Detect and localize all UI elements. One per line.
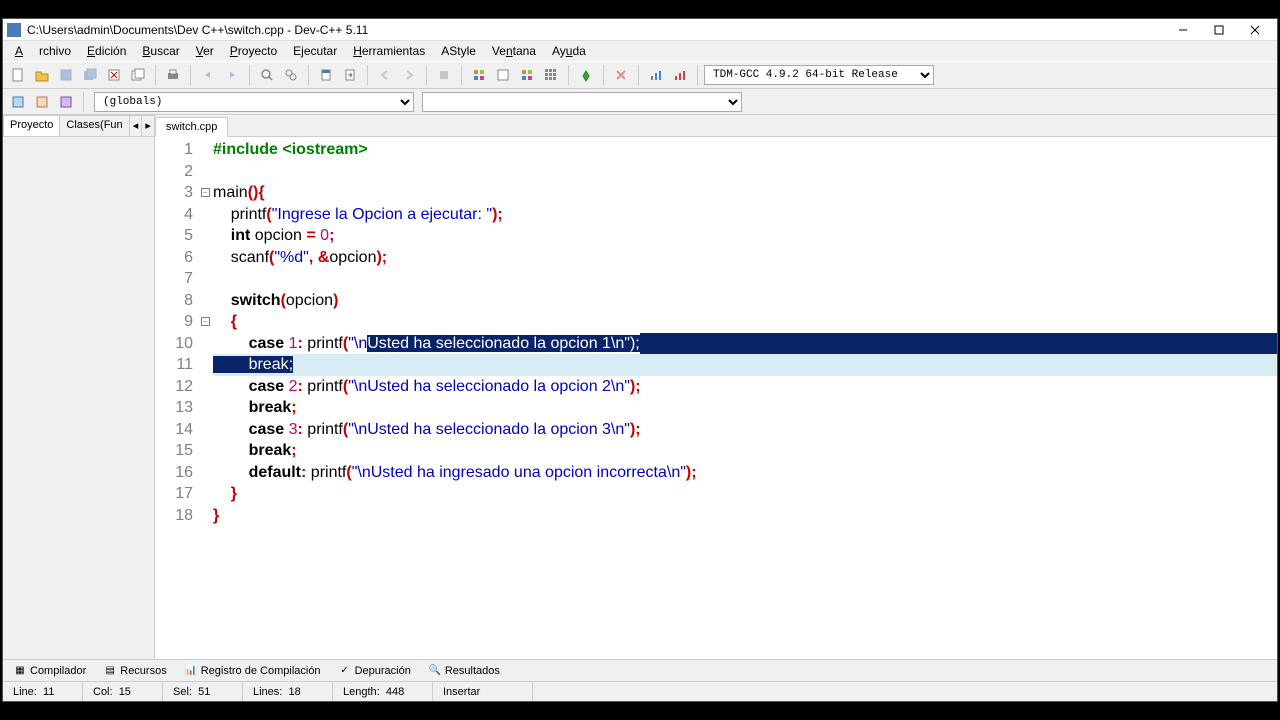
- nav-back-button[interactable]: [374, 64, 396, 86]
- bookmark-button[interactable]: [315, 64, 337, 86]
- fold-gutter[interactable]: −−: [199, 137, 211, 659]
- tab-depuracion[interactable]: ✓Depuración: [330, 662, 420, 680]
- results-icon: 🔍: [429, 665, 441, 677]
- app-window: C:\Users\admin\Documents\Dev C++\switch.…: [2, 18, 1278, 702]
- code-editor[interactable]: 123456789101112131415161718 −− #include …: [155, 137, 1277, 659]
- print-button[interactable]: [162, 64, 184, 86]
- minimize-button[interactable]: [1165, 20, 1201, 40]
- toggle-button[interactable]: [55, 91, 77, 113]
- sidetab-scroll-left[interactable]: ◂: [129, 115, 143, 136]
- toolbar-main: TDM-GCC 4.9.2 64-bit Release: [3, 61, 1277, 89]
- menu-astyle[interactable]: AStyle: [433, 42, 484, 60]
- line-gutter: 123456789101112131415161718: [155, 137, 199, 659]
- menu-proyecto[interactable]: Proyecto: [222, 42, 285, 60]
- save-button[interactable]: [55, 64, 77, 86]
- sidetab-clases[interactable]: Clases(Fun: [59, 115, 129, 136]
- menu-ver[interactable]: Ver: [188, 42, 222, 60]
- compile-run-button[interactable]: [516, 64, 538, 86]
- log-icon: 📊: [185, 665, 197, 677]
- run-button[interactable]: [492, 64, 514, 86]
- editor-area: switch.cpp 123456789101112131415161718 −…: [155, 115, 1277, 659]
- close-file-button[interactable]: [103, 64, 125, 86]
- menu-herramientas[interactable]: Herramientas: [345, 42, 433, 60]
- menu-ejecutar[interactable]: Ejecutar: [285, 42, 345, 60]
- sidetab-proyecto[interactable]: Proyecto: [3, 115, 60, 136]
- menu-ventana[interactable]: Ventana: [484, 42, 544, 60]
- new-class-button[interactable]: [7, 91, 29, 113]
- menu-buscar[interactable]: Buscar: [134, 42, 187, 60]
- compile-button[interactable]: [468, 64, 490, 86]
- rebuild-button[interactable]: [540, 64, 562, 86]
- menu-edicion[interactable]: Edición: [79, 42, 134, 60]
- goto-button[interactable]: [339, 64, 361, 86]
- tab-recursos[interactable]: ▤Recursos: [95, 662, 175, 680]
- status-sel: Sel: 51: [163, 682, 243, 701]
- statusbar: Line: 11 Col: 15 Sel: 51 Lines: 18 Lengt…: [3, 681, 1277, 701]
- profile-button[interactable]: [645, 64, 667, 86]
- resources-icon: ▤: [104, 665, 116, 677]
- globals-select[interactable]: (globals): [94, 92, 414, 112]
- maximize-button[interactable]: [1201, 20, 1237, 40]
- menu-ayuda[interactable]: Ayuda: [544, 42, 594, 60]
- menu-archivo[interactable]: Archivo: [7, 42, 79, 60]
- close-button[interactable]: [1237, 20, 1273, 40]
- stop-button[interactable]: [433, 64, 455, 86]
- sidetab-scroll-right[interactable]: ▸: [141, 115, 155, 136]
- debug-icon: ✓: [339, 665, 351, 677]
- open-button[interactable]: [31, 64, 53, 86]
- save-all-button[interactable]: [79, 64, 101, 86]
- status-mode: Insertar: [433, 682, 533, 701]
- delete-profile-button[interactable]: [669, 64, 691, 86]
- status-line: Line: 11: [3, 682, 83, 701]
- compiler-select[interactable]: TDM-GCC 4.9.2 64-bit Release: [704, 65, 934, 85]
- tab-registro[interactable]: 📊Registro de Compilación: [176, 662, 330, 680]
- filetab-switch[interactable]: switch.cpp: [155, 117, 228, 137]
- window-title: C:\Users\admin\Documents\Dev C++\switch.…: [27, 23, 1165, 37]
- toolbar-secondary: (globals): [3, 89, 1277, 115]
- titlebar: C:\Users\admin\Documents\Dev C++\switch.…: [3, 19, 1277, 41]
- close-all-button[interactable]: [127, 64, 149, 86]
- nav-fwd-button[interactable]: [398, 64, 420, 86]
- compiler-icon: ▦: [14, 665, 26, 677]
- tab-compilador[interactable]: ▦Compilador: [5, 662, 95, 680]
- abort-button[interactable]: [610, 64, 632, 86]
- menubar: Archivo Edición Buscar Ver Proyecto Ejec…: [3, 41, 1277, 61]
- bottom-tabs: ▦Compilador ▤Recursos 📊Registro de Compi…: [3, 659, 1277, 681]
- undo-button[interactable]: [197, 64, 219, 86]
- replace-button[interactable]: [280, 64, 302, 86]
- code-body[interactable]: #include <iostream> main(){ printf("Ingr…: [211, 137, 1277, 659]
- status-lines: Lines: 18: [243, 682, 333, 701]
- function-select[interactable]: [422, 92, 742, 112]
- find-button[interactable]: [256, 64, 278, 86]
- debug-button[interactable]: [575, 64, 597, 86]
- new-file-button[interactable]: [7, 64, 29, 86]
- main-area: Proyecto Clases(Fun ◂ ▸ switch.cpp 12345…: [3, 115, 1277, 659]
- side-panel: Proyecto Clases(Fun ◂ ▸: [3, 115, 155, 659]
- insert-button[interactable]: [31, 91, 53, 113]
- status-length: Length: 448: [333, 682, 433, 701]
- tab-resultados[interactable]: 🔍Resultados: [420, 662, 509, 680]
- status-col: Col: 15: [83, 682, 163, 701]
- app-icon: [7, 23, 21, 37]
- redo-button[interactable]: [221, 64, 243, 86]
